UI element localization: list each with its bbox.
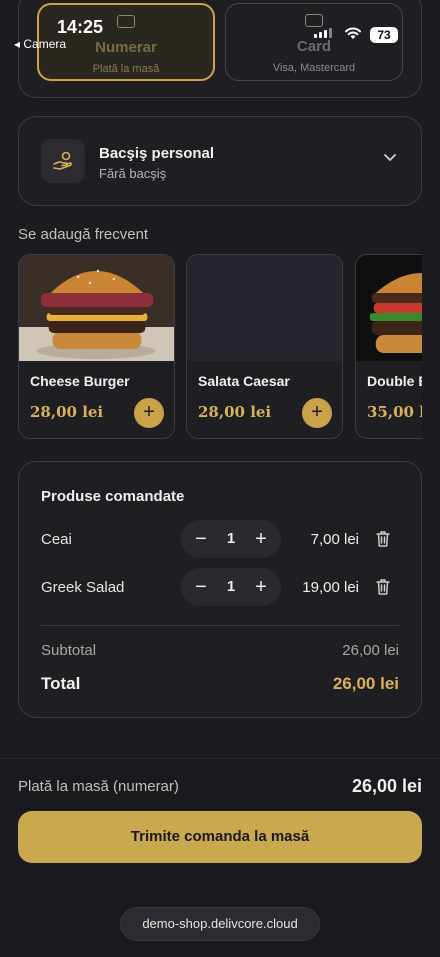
- order-section-title: Produse comandate: [41, 488, 185, 505]
- tip-title: Bacşiş personal: [99, 145, 215, 162]
- checkout-bar: Plată la masă (numerar) 26,00 lei Trimit…: [0, 758, 440, 957]
- product-price: 28,00 lei: [30, 403, 104, 421]
- subtotal-value: 26,00 lei: [342, 642, 399, 659]
- tip-selector[interactable]: Bacşiş personal Fără bacşiş: [18, 116, 422, 206]
- payment-option-subtitle: Visa, Mastercard: [272, 62, 356, 74]
- browser-url-bar[interactable]: demo-shop.delivcore.cloud: [120, 907, 320, 941]
- wifi-icon: [345, 27, 361, 39]
- section-title-frequent: Se adaugă frecvent: [18, 226, 149, 243]
- total-label: Total: [41, 674, 81, 693]
- status-time: 14:25: [57, 17, 104, 37]
- decrease-quantity-button[interactable]: −: [191, 529, 211, 549]
- product-image-placeholder: [187, 255, 342, 361]
- back-to-camera-link[interactable]: ◂ Camera: [14, 37, 66, 51]
- tip-value: Fără bacşiş: [99, 166, 167, 181]
- order-item-price: 19,00 lei: [302, 579, 359, 596]
- trash-icon[interactable]: [375, 578, 391, 596]
- trash-icon[interactable]: [375, 530, 391, 548]
- payment-option-subtitle: Plată la masă: [92, 63, 160, 75]
- product-price: 35,00 lei: [367, 403, 422, 421]
- product-name: Cheese Burger: [30, 373, 130, 389]
- quantity-value: 1: [226, 530, 236, 547]
- quantity-value: 1: [226, 578, 236, 595]
- increase-quantity-button[interactable]: +: [251, 529, 271, 549]
- cheese-burger-image: [19, 255, 174, 361]
- divider: [41, 625, 399, 626]
- submit-order-button[interactable]: Trimite comanda la masă: [18, 811, 422, 863]
- order-item-name: Greek Salad: [41, 579, 125, 596]
- battery-icon: 73: [370, 27, 398, 43]
- total-value: 26,00 lei: [332, 674, 399, 693]
- product-name: Salata Caesar: [198, 373, 290, 389]
- quantity-stepper: − 1 +: [181, 520, 281, 558]
- double-burger-image: [356, 255, 422, 361]
- increase-quantity-button[interactable]: +: [251, 577, 271, 597]
- order-item-name: Ceai: [41, 531, 72, 548]
- add-to-order-button[interactable]: +: [134, 398, 164, 428]
- product-price: 28,00 lei: [198, 403, 272, 421]
- hand-coins-icon: [41, 139, 85, 183]
- product-name: Double Burger: [367, 373, 422, 389]
- product-card[interactable]: Double Burger 35,00 lei +: [355, 254, 422, 439]
- order-item-row: Greek Salad − 1 + 19,00 lei: [19, 568, 421, 608]
- payment-summary-value: 26,00 lei: [351, 776, 422, 796]
- status-bar: 14:25 ◂ Camera 73: [0, 0, 440, 56]
- payment-summary-label: Plată la masă (numerar): [18, 778, 179, 795]
- cellular-signal-icon: [314, 28, 332, 38]
- chevron-down-icon: [384, 154, 396, 161]
- add-to-order-button[interactable]: +: [302, 398, 332, 428]
- decrease-quantity-button[interactable]: −: [191, 577, 211, 597]
- ordered-products-card: Produse comandate Ceai − 1 + 7,00 lei Gr…: [18, 461, 422, 718]
- order-item-row: Ceai − 1 + 7,00 lei: [19, 520, 421, 560]
- frequent-products-carousel[interactable]: Cheese Burger 28,00 lei + Salata Caesar …: [18, 254, 422, 440]
- product-card[interactable]: Cheese Burger 28,00 lei +: [18, 254, 175, 439]
- subtotal-label: Subtotal: [41, 642, 97, 659]
- quantity-stepper: − 1 +: [181, 568, 281, 606]
- order-item-price: 7,00 lei: [310, 531, 359, 548]
- product-card[interactable]: Salata Caesar 28,00 lei +: [186, 254, 343, 439]
